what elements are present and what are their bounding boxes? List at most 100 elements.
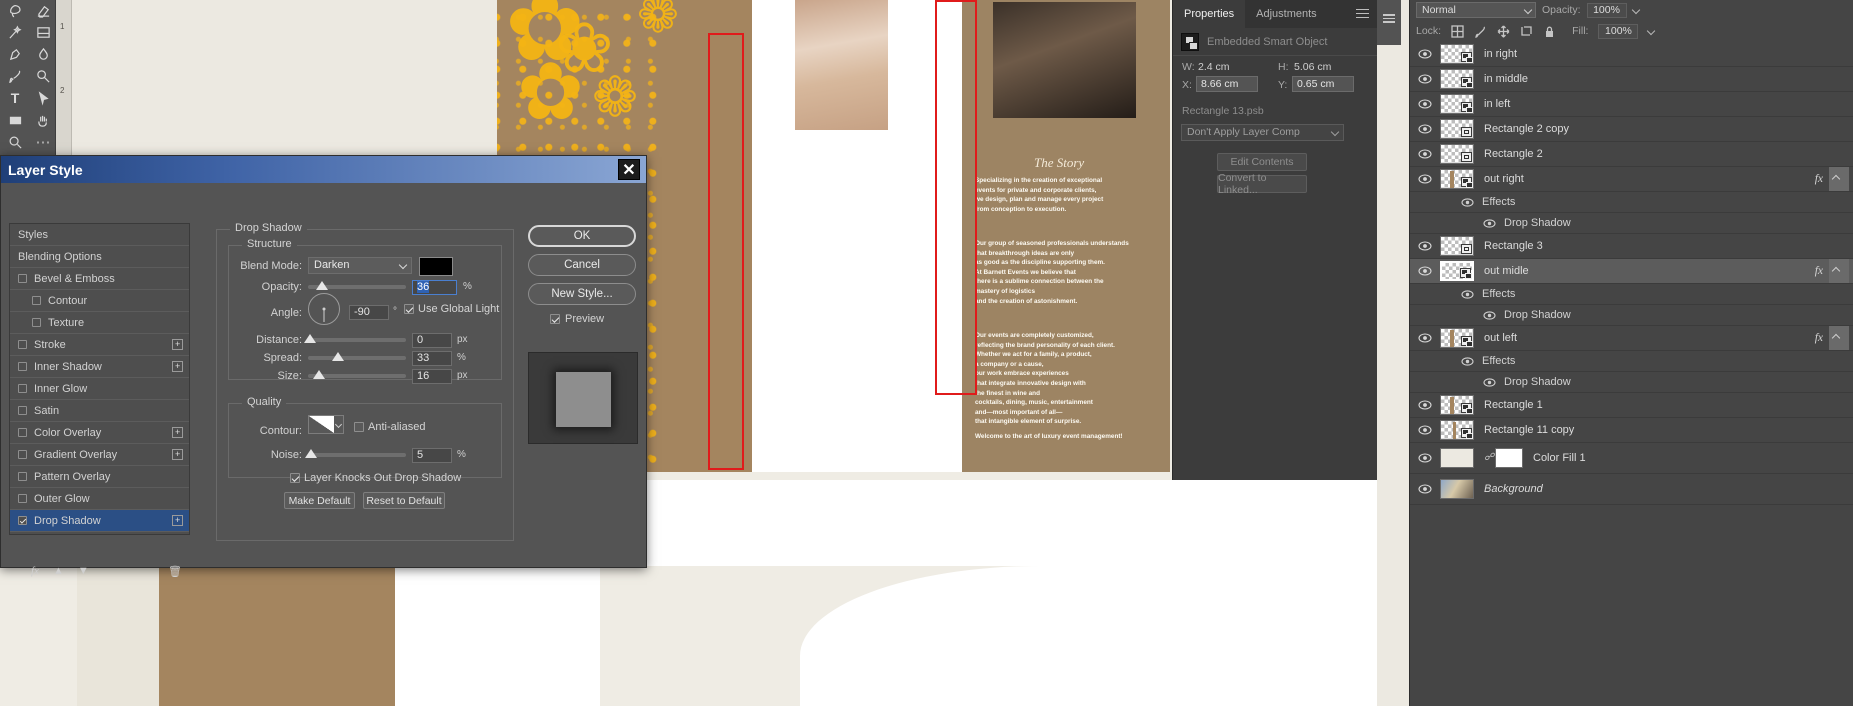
style-item-contour[interactable]: Contour	[10, 290, 189, 312]
magic-wand-tool[interactable]	[2, 22, 28, 42]
more-tools-icon[interactable]: ⋯	[30, 132, 56, 152]
visibility-icon[interactable]	[1410, 484, 1440, 494]
angle-dial[interactable]	[308, 293, 340, 325]
rectangle-tool[interactable]	[2, 110, 28, 130]
lasso-tool[interactable]	[2, 0, 28, 20]
layer-row-in-middle[interactable]: in middle	[1410, 67, 1853, 92]
visibility-icon[interactable]	[1410, 333, 1440, 343]
checkbox[interactable]	[18, 472, 27, 481]
tab-properties[interactable]: Properties	[1173, 0, 1246, 28]
add-icon[interactable]: +	[172, 515, 183, 526]
tab-adjustments[interactable]: Adjustments	[1245, 0, 1328, 28]
opacity-value[interactable]: 100%	[1586, 2, 1627, 18]
layer-row-rectangle-1[interactable]: Rectangle 1	[1410, 393, 1853, 418]
chevron-down-icon[interactable]	[1647, 26, 1656, 36]
layer-thumbnail[interactable]	[1440, 448, 1474, 468]
knockout-checkbox[interactable]	[290, 473, 300, 483]
layer-row-out-right[interactable]: out right fx	[1410, 167, 1853, 192]
styles-footer-toolbar[interactable]: fx ▲ ▼ 🗑	[9, 560, 190, 582]
reset-to-default-button[interactable]: Reset to Default	[363, 492, 445, 509]
spread-slider-track[interactable]	[308, 356, 406, 360]
layer-effects-row[interactable]: Effects	[1410, 192, 1853, 213]
blending-options-item[interactable]: Blending Options	[10, 246, 189, 268]
checkbox[interactable]	[18, 450, 27, 459]
layer-name[interactable]: Rectangle 1	[1484, 399, 1853, 411]
move-lock-icon[interactable]	[1497, 25, 1510, 38]
new-style-button[interactable]: New Style...	[528, 283, 636, 305]
properties-panel[interactable]: Properties Adjustments Embedded Smart Ob…	[1172, 0, 1377, 480]
fx-icon[interactable]: fx	[1815, 265, 1823, 277]
layer-lock-row[interactable]: Lock: Fill: 100%	[1410, 20, 1853, 42]
move-up-icon[interactable]: ▲	[53, 565, 64, 577]
layer-name[interactable]: in middle	[1484, 73, 1853, 85]
visibility-icon[interactable]	[1410, 400, 1440, 410]
zoom-tool[interactable]	[2, 132, 28, 152]
checkbox[interactable]	[18, 384, 27, 393]
gradient-tool[interactable]	[30, 22, 56, 42]
transparency-lock-icon[interactable]	[1451, 24, 1464, 38]
layer-effects-row[interactable]: Effects	[1410, 351, 1853, 372]
style-item-stroke[interactable]: Stroke +	[10, 334, 189, 356]
layer-thumbnail[interactable]	[1440, 328, 1474, 348]
brush-tool[interactable]	[2, 66, 28, 86]
checkbox[interactable]	[18, 428, 27, 437]
chevron-down-icon[interactable]	[1631, 5, 1640, 15]
layer-name[interactable]: Color Fill 1	[1533, 452, 1853, 464]
layer-comp-select[interactable]: Don't Apply Layer Comp	[1181, 124, 1344, 141]
checkbox[interactable]	[18, 362, 27, 371]
layer-thumbnail[interactable]	[1440, 261, 1474, 281]
layer-thumbnail[interactable]	[1440, 119, 1474, 139]
layer-row-rectangle-2[interactable]: Rectangle 2	[1410, 142, 1853, 167]
layer-row-background[interactable]: Background	[1410, 474, 1853, 505]
layer-thumbnail[interactable]	[1440, 420, 1474, 440]
visibility-icon[interactable]	[1452, 289, 1482, 299]
spread-slider-knob[interactable]	[332, 352, 344, 361]
layer-effect-drop-shadow[interactable]: Drop Shadow	[1410, 305, 1853, 326]
layer-name[interactable]: out left	[1484, 332, 1853, 344]
checkbox[interactable]	[18, 494, 27, 503]
style-item-inner-glow[interactable]: Inner Glow	[10, 378, 189, 400]
layer-row-in-left[interactable]: in left	[1410, 92, 1853, 117]
layer-effect-drop-shadow[interactable]: Drop Shadow	[1410, 213, 1853, 234]
eraser-tool[interactable]	[30, 0, 56, 20]
fill-value[interactable]: 100%	[1598, 23, 1639, 39]
layer-name[interactable]: out right	[1484, 173, 1853, 185]
lock-all-icon[interactable]	[1543, 25, 1556, 38]
dodge-tool[interactable]	[30, 66, 56, 86]
blend-mode-select[interactable]: Darken	[308, 257, 412, 274]
style-item-drop-shadow[interactable]: Drop Shadow +	[10, 510, 189, 532]
brush-lock-icon[interactable]	[1474, 25, 1487, 38]
tools-panel[interactable]: T ⋯	[0, 0, 56, 155]
link-icon[interactable]: ☍	[1484, 452, 1494, 464]
style-item-gradient-overlay[interactable]: Gradient Overlay +	[10, 444, 189, 466]
contour-preset-picker[interactable]	[308, 415, 344, 434]
styles-list[interactable]: Styles Blending Options Bevel & Emboss C…	[9, 223, 190, 535]
add-icon[interactable]: +	[172, 427, 183, 438]
style-item-satin[interactable]: Satin	[10, 400, 189, 422]
cancel-button[interactable]: Cancel	[528, 254, 636, 276]
size-input[interactable]: 16	[412, 369, 452, 384]
layer-name[interactable]: Rectangle 2 copy	[1484, 123, 1853, 135]
visibility-icon[interactable]	[1410, 174, 1440, 184]
visibility-icon[interactable]	[1452, 356, 1482, 366]
spread-input[interactable]: 33	[412, 351, 452, 366]
checkbox[interactable]	[18, 406, 27, 415]
panel-menu-icon[interactable]	[1383, 14, 1395, 23]
panel-menu-icon[interactable]	[1356, 9, 1369, 19]
layer-mask-thumbnail[interactable]	[1495, 448, 1523, 468]
layer-effect-drop-shadow[interactable]: Drop Shadow	[1410, 372, 1853, 393]
fx-icon[interactable]: fx	[1815, 173, 1823, 185]
style-item-inner-shadow[interactable]: Inner Shadow +	[10, 356, 189, 378]
layer-row-in-right[interactable]: in right	[1410, 42, 1853, 67]
style-item-bevel-emboss[interactable]: Bevel & Emboss	[10, 268, 189, 290]
visibility-icon[interactable]	[1474, 218, 1504, 228]
use-global-light-checkbox[interactable]	[404, 304, 414, 314]
layer-row-out-midle[interactable]: out midle fx	[1410, 259, 1853, 284]
layer-name[interactable]: in right	[1484, 48, 1853, 60]
styles-header[interactable]: Styles	[10, 224, 189, 246]
fx-icon[interactable]: fx	[31, 565, 39, 577]
path-selection-tool[interactable]	[30, 88, 56, 108]
layers-panel[interactable]: Normal Opacity: 100% Lock: Fill: 100% in…	[1409, 0, 1853, 706]
style-item-pattern-overlay[interactable]: Pattern Overlay	[10, 466, 189, 488]
blur-tool[interactable]	[30, 44, 56, 64]
